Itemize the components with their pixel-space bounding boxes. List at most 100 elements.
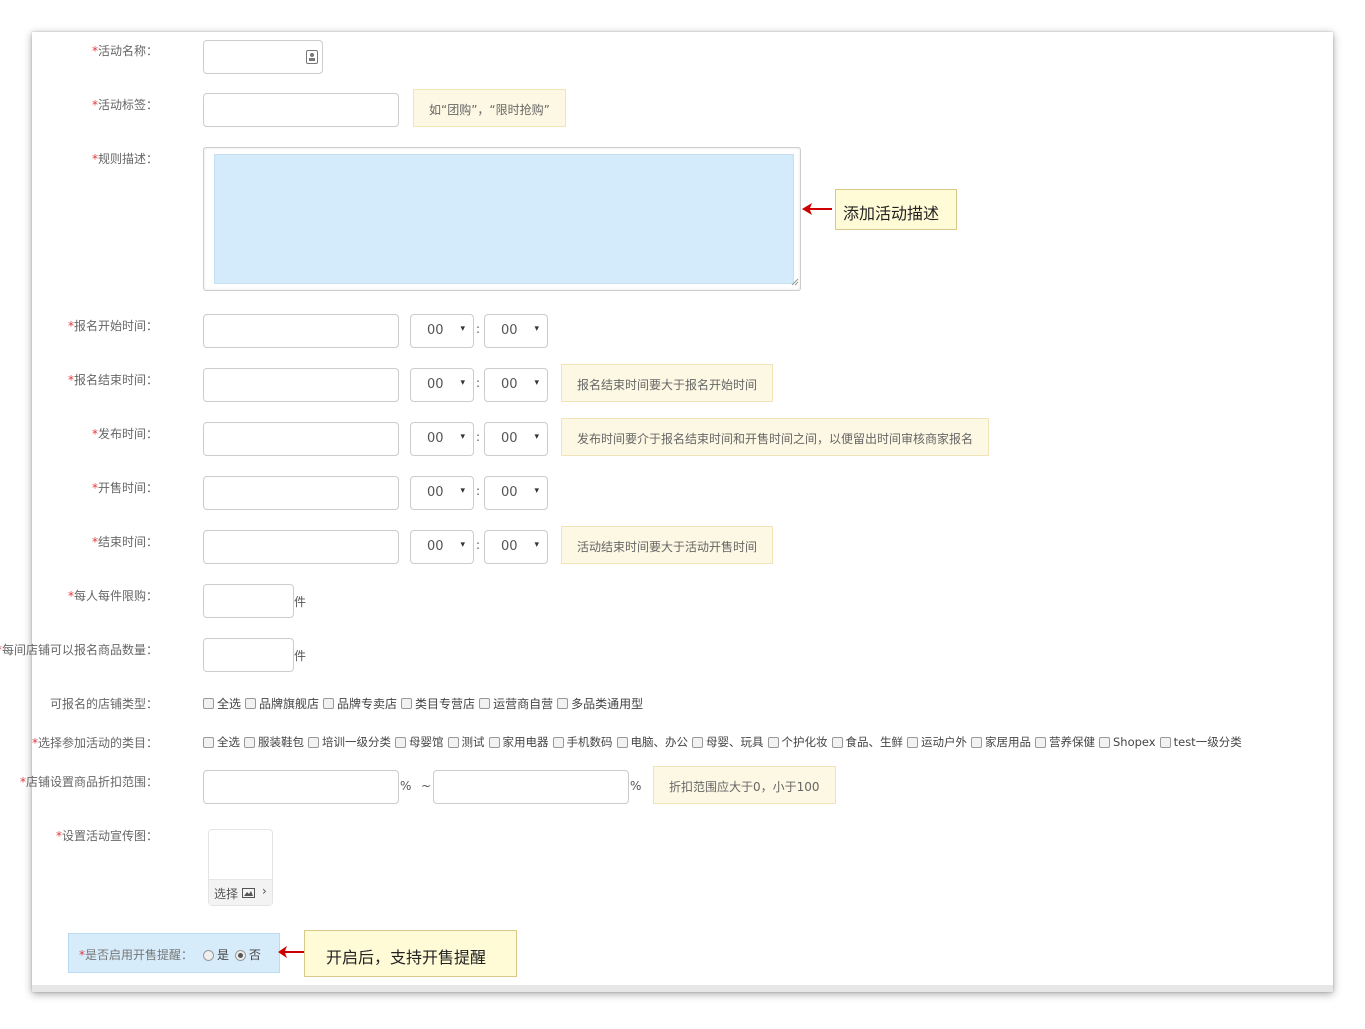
checkbox[interactable] bbox=[1099, 736, 1110, 748]
checkbox[interactable] bbox=[401, 698, 413, 709]
checkbox[interactable] bbox=[616, 736, 628, 748]
chevron-down-icon: ▾ bbox=[534, 540, 539, 550]
discount-max-input[interactable] bbox=[433, 770, 629, 804]
category-option[interactable]: 培训一级分类 bbox=[308, 734, 391, 750]
store-type-option[interactable]: 全选 bbox=[203, 695, 241, 712]
store-types-group: 全选 品牌旗舰店 品牌专卖店 类目专营店 运营商自营 多品类通用型 bbox=[203, 695, 647, 712]
panel-bottom-strip bbox=[32, 985, 1333, 992]
contact-card-icon bbox=[306, 50, 318, 67]
checkbox[interactable] bbox=[767, 736, 779, 748]
resize-handle-icon[interactable] bbox=[791, 275, 799, 289]
activity-name-input[interactable] bbox=[203, 40, 323, 74]
checkbox[interactable] bbox=[308, 736, 319, 748]
signup-end-hint: 报名结束时间要大于报名开始时间 bbox=[561, 364, 774, 402]
end-date-input[interactable] bbox=[203, 530, 399, 564]
checkbox[interactable] bbox=[479, 698, 491, 709]
category-option[interactable]: 测试 bbox=[447, 734, 485, 750]
per-store-count-input[interactable] bbox=[203, 638, 294, 672]
category-option[interactable]: 运动户外 bbox=[907, 734, 967, 750]
category-option[interactable]: 家居用品 bbox=[971, 734, 1031, 750]
time-colon: : bbox=[476, 484, 481, 498]
red-arrow-left-icon bbox=[800, 202, 834, 219]
time-colon: : bbox=[476, 322, 481, 336]
sale-start-hour-select[interactable]: 00 ▾ bbox=[410, 476, 474, 510]
radio-yes[interactable] bbox=[203, 950, 214, 961]
checkbox[interactable] bbox=[971, 736, 982, 748]
per-person-limit-input[interactable] bbox=[203, 584, 294, 618]
sale-reminder-row: *是否启用开售提醒： 是 否 bbox=[68, 933, 280, 973]
promo-image-label: *设置活动宣传图： bbox=[55, 829, 158, 843]
category-option[interactable]: 食品、生鲜 bbox=[831, 734, 903, 750]
sale-reminder-callout: 开启后，支持开售提醒 bbox=[304, 930, 517, 977]
sale-reminder-yes[interactable]: 是 bbox=[203, 948, 229, 962]
category-option[interactable]: 服装鞋包 bbox=[244, 734, 304, 750]
per-person-limit-label: *每人每件限购： bbox=[67, 589, 158, 603]
activity-form-panel: *活动名称： *活动标签： 如“团购”，“限时抢购” *规则描述： 添加活动描述… bbox=[0, 32, 1333, 992]
time-colon: : bbox=[476, 430, 481, 444]
chevron-down-icon: ▾ bbox=[460, 540, 465, 550]
promo-image-select-button[interactable]: 选择 › bbox=[209, 879, 272, 905]
end-time-label: *结束时间： bbox=[91, 535, 158, 549]
store-type-option[interactable]: 多品类通用型 bbox=[557, 695, 643, 712]
promo-image-uploader[interactable]: 选择 › bbox=[208, 829, 273, 906]
per-person-limit-unit: 件 bbox=[294, 595, 307, 609]
category-option[interactable]: test一级分类 bbox=[1159, 734, 1242, 750]
category-option[interactable]: 母婴馆 bbox=[395, 734, 444, 750]
store-type-option[interactable]: 类目专营店 bbox=[401, 695, 475, 712]
category-option[interactable]: 全选 bbox=[203, 734, 240, 750]
checkbox[interactable] bbox=[395, 736, 406, 748]
sale-start-date-input[interactable] bbox=[203, 476, 399, 510]
signup-end-label: *报名结束时间： bbox=[67, 373, 158, 387]
discount-min-input[interactable] bbox=[203, 770, 399, 804]
category-option[interactable]: 电脑、办公 bbox=[616, 734, 688, 750]
chevron-down-icon: ▾ bbox=[534, 486, 539, 496]
publish-minute-select[interactable]: 00 ▾ bbox=[484, 422, 548, 456]
checkbox[interactable] bbox=[557, 698, 569, 709]
signup-start-date-input[interactable] bbox=[203, 314, 399, 348]
publish-date-input[interactable] bbox=[203, 422, 399, 456]
publish-hour-select[interactable]: 00 ▾ bbox=[410, 422, 474, 456]
activity-tag-hint: 如“团购”，“限时抢购” bbox=[413, 89, 566, 127]
discount-min-percent: % bbox=[400, 779, 412, 793]
select-label: 选择 bbox=[214, 887, 239, 901]
checkbox[interactable] bbox=[692, 736, 703, 748]
sale-start-minute-select[interactable]: 00 ▾ bbox=[484, 476, 548, 510]
chevron-down-icon: ▾ bbox=[460, 486, 465, 496]
signup-start-hour-select[interactable]: 00 ▾ bbox=[410, 314, 474, 348]
end-minute-select[interactable]: 00 ▾ bbox=[484, 530, 548, 564]
store-type-option[interactable]: 运营商自营 bbox=[479, 695, 553, 712]
per-store-count-label: *每间店铺可以报名商品数量： bbox=[0, 643, 158, 657]
checkbox[interactable] bbox=[907, 736, 918, 748]
checkbox[interactable] bbox=[323, 698, 335, 709]
checkbox[interactable] bbox=[203, 698, 214, 709]
sale-reminder-no[interactable]: 否 bbox=[234, 948, 261, 962]
activity-tag-input[interactable] bbox=[203, 93, 399, 127]
rule-desc-textarea[interactable] bbox=[203, 147, 801, 291]
store-type-option[interactable]: 品牌专卖店 bbox=[323, 695, 397, 712]
category-option[interactable]: 母婴、玩具 bbox=[692, 734, 764, 750]
store-type-option[interactable]: 品牌旗舰店 bbox=[245, 695, 319, 712]
checkbox[interactable] bbox=[831, 736, 843, 748]
checkbox[interactable] bbox=[203, 736, 214, 748]
activity-name-label: *活动名称： bbox=[91, 44, 158, 58]
signup-end-minute-select[interactable]: 00 ▾ bbox=[484, 368, 548, 402]
discount-range-label: *店铺设置商品折扣范围： bbox=[19, 775, 158, 789]
signup-end-date-input[interactable] bbox=[203, 368, 399, 402]
sale-start-label: *开售时间： bbox=[91, 481, 158, 495]
signup-end-hour-select[interactable]: 00 ▾ bbox=[410, 368, 474, 402]
category-option[interactable]: 营养保健 bbox=[1035, 734, 1095, 750]
category-option[interactable]: 手机数码 bbox=[552, 734, 613, 750]
checkbox[interactable] bbox=[552, 736, 564, 748]
end-hour-select[interactable]: 00 ▾ bbox=[410, 530, 474, 564]
checkbox[interactable] bbox=[1159, 736, 1171, 748]
checkbox[interactable] bbox=[1035, 736, 1046, 748]
checkbox[interactable] bbox=[244, 736, 255, 748]
radio-no[interactable] bbox=[234, 950, 246, 961]
checkbox[interactable] bbox=[447, 736, 459, 748]
checkbox[interactable] bbox=[245, 698, 257, 709]
category-option[interactable]: 个护化妆 bbox=[767, 734, 828, 750]
checkbox[interactable] bbox=[488, 736, 500, 748]
category-option[interactable]: 家用电器 bbox=[488, 734, 549, 750]
category-option[interactable]: Shopex bbox=[1099, 735, 1156, 749]
signup-start-minute-select[interactable]: 00 ▾ bbox=[484, 314, 548, 348]
